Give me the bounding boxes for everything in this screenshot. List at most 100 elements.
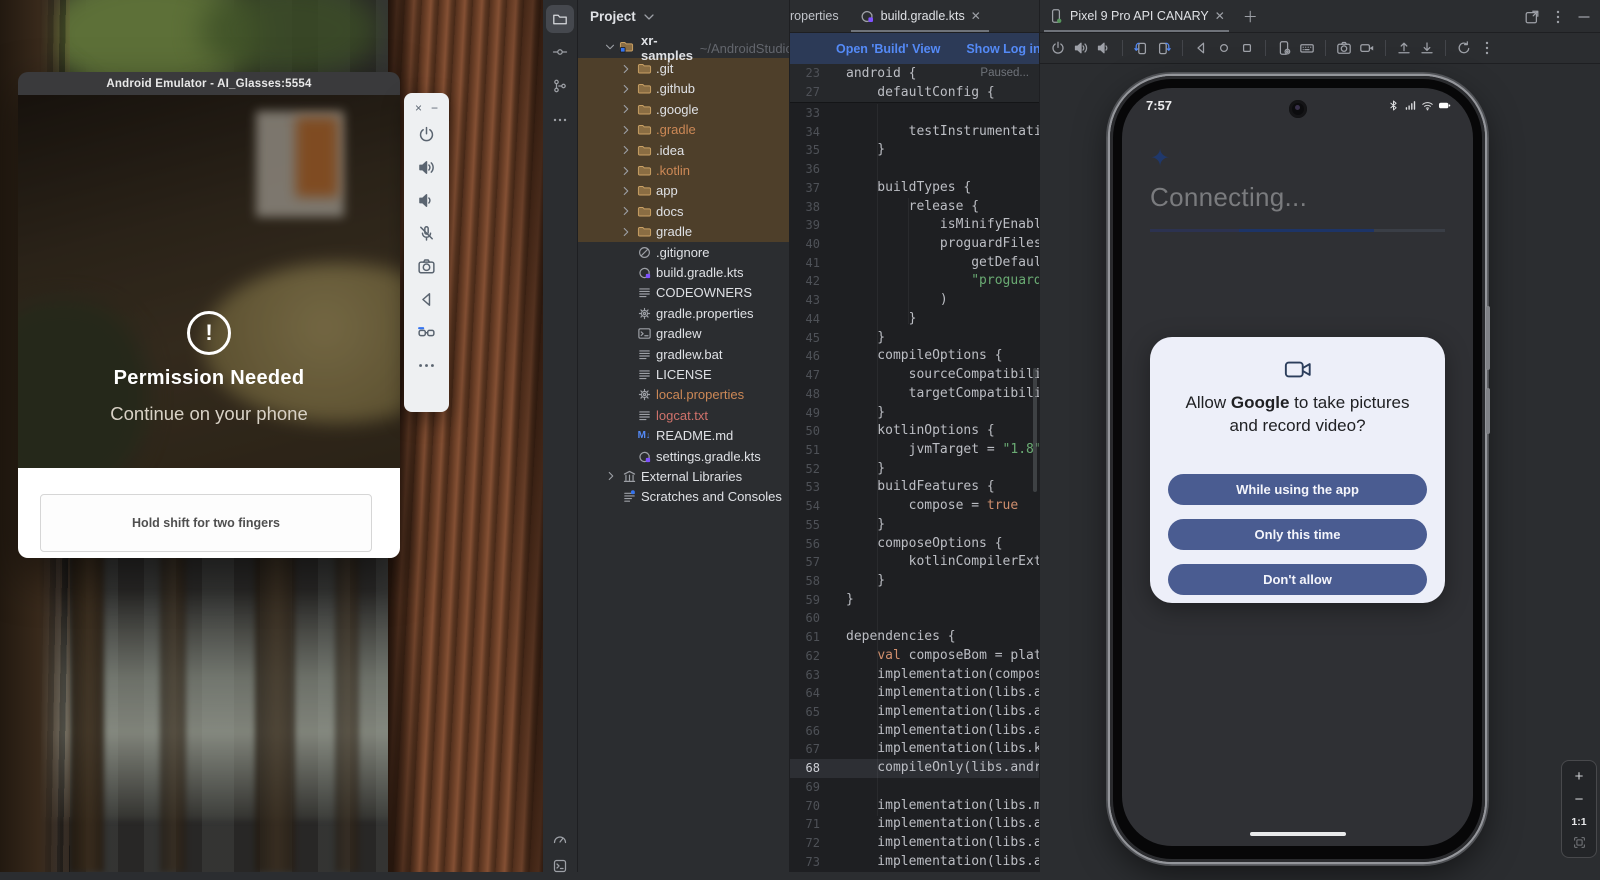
tree-item-xr-samples[interactable]: xr-samples ~/AndroidStudioProj [578,38,789,58]
permission-subtitle: Continue on your phone [18,403,400,425]
code-line-44: 44 } [790,310,1039,329]
tree-item-readme-md[interactable]: M↓README.md [578,425,789,445]
emulator-title-bar[interactable]: Android Emulator - AI_Glasses:5554 [18,72,400,95]
dont-allow-button[interactable]: Don't allow [1168,564,1427,595]
zoom-in-button[interactable]: + [1575,769,1584,784]
tree-item-license[interactable]: LICENSE [578,364,789,384]
device-download-button[interactable] [1419,40,1435,56]
tree-item-logcat-txt[interactable]: logcat.txt [578,405,789,425]
gemini-sparkle-icon: ✦ [1150,144,1170,173]
tree-item-gradle[interactable]: gradle [578,222,789,242]
device-tab-label: Pixel 9 Pro API CANARY [1070,9,1209,23]
emulator-close-button[interactable]: × [415,101,422,115]
device-restart-button[interactable] [1456,40,1472,56]
home-indicator[interactable] [1250,832,1346,837]
panel-minimize-button[interactable] [1576,9,1592,25]
code-line-73: 73 implementation(libs.andr [790,853,1039,872]
emulator-screen[interactable]: ! Permission Needed Continue on your pho… [18,95,400,468]
editor-scrollbar[interactable] [1033,368,1037,492]
tree-item-label: LICENSE [656,367,712,382]
tree-item--kotlin[interactable]: .kotlin [578,160,789,180]
stripe-button-commit[interactable] [546,38,574,66]
tab-properties[interactable]: roperties [790,0,849,32]
tree-item--github[interactable]: .github [578,79,789,99]
stripe-button-logcat[interactable] [546,852,574,880]
device-overview-button[interactable] [1239,40,1255,56]
code-line-37: 37 buildTypes { [790,179,1039,198]
tree-item-settings-gradle-kts[interactable]: settings.gradle.kts [578,446,789,466]
emulator-mic-off-button[interactable] [410,217,444,250]
emulator-glasses-button[interactable] [410,316,444,349]
zoom-out-button[interactable]: − [1575,792,1584,807]
device-device-settings-button[interactable] [1276,40,1292,56]
tree-item-docs[interactable]: docs [578,201,789,221]
stripe-button-project-folder[interactable] [546,5,574,33]
tab-close-icon[interactable]: ✕ [1215,9,1225,23]
textfile-icon [634,367,654,382]
code-line-66: 66 implementation(libs.andr [790,722,1039,741]
tree-item-scratches-and-consoles[interactable]: Scratches and Consoles [578,487,789,507]
only-this-time-button[interactable]: Only this time [1168,519,1427,550]
phone-screen[interactable]: 7:57 ✦ Connecting... Allow Google to tak… [1122,88,1473,846]
stripe-button-profiler[interactable] [546,824,574,852]
tree-item--google[interactable]: .google [578,99,789,119]
device-home-button[interactable] [1216,40,1232,56]
device-volume-down-button[interactable] [1096,40,1112,56]
stripe-button-more-h[interactable] [546,106,574,134]
device-volume-up-button[interactable] [1073,40,1089,56]
device-upload-button[interactable] [1396,40,1412,56]
emulator-minimize-button[interactable]: − [431,101,438,115]
emulator-power-button[interactable] [410,118,444,151]
tab-build-gradle-kts[interactable]: build.gradle.kts ✕ [849,0,991,32]
zoom-fit-icon[interactable] [1573,836,1586,849]
device-power-button[interactable] [1050,40,1066,56]
tree-item-local-properties[interactable]: local.properties [578,385,789,405]
tree-item--idea[interactable]: .idea [578,140,789,160]
code-line-63: 63 implementation(composeBo [790,666,1039,685]
tree-item-build-gradle-kts[interactable]: build.gradle.kts [578,262,789,282]
add-device-tab-icon[interactable]: ＋ [1243,6,1258,27]
gradle-icon [634,265,654,280]
while-using-app-button[interactable]: While using the app [1168,474,1427,505]
tree-item-gradlew-bat[interactable]: gradlew.bat [578,344,789,364]
show-log-link[interactable]: Show Log in Finder [966,42,1040,56]
device-record-button[interactable] [1359,40,1375,56]
code-editor[interactable]: roperties build.gradle.kts ✕ Open 'Build… [790,0,1040,872]
code-line-51: 51 jvmTarget = "1.8" [790,441,1039,460]
running-devices-panel: Pixel 9 Pro API CANARY ✕ ＋ 7:57 ✦ Connec… [1040,0,1600,872]
tree-item-external-libraries[interactable]: External Libraries [578,466,789,486]
emulator-camera-button[interactable] [410,250,444,283]
tree-item-gradle-properties[interactable]: gradle.properties [578,303,789,323]
tree-item-codeowners[interactable]: CODEOWNERS [578,283,789,303]
emulator-more-h-button[interactable] [410,349,444,382]
tab-close-icon[interactable]: ✕ [971,9,981,23]
device-keyboard-button[interactable] [1299,40,1315,56]
folder-icon [634,122,654,137]
zoom-ratio-button[interactable]: 1:1 [1571,816,1586,828]
project-tree[interactable]: xr-samples ~/AndroidStudioProj .git.gith… [578,38,789,507]
stripe-button-vcs[interactable] [546,72,574,100]
device-phone-icon [1048,8,1064,24]
device-back-button[interactable] [1193,40,1209,56]
project-root-path: ~/AndroidStudioProj [700,41,789,56]
panel-kebab-button[interactable] [1550,9,1566,25]
tree-item-label: gradlew [656,326,702,341]
device-kebab-button[interactable] [1479,40,1495,56]
device-camera-button[interactable] [1336,40,1352,56]
tree-item--gitignore[interactable]: .gitignore [578,242,789,262]
tree-item-app[interactable]: app [578,181,789,201]
emulator-back-button[interactable] [410,283,444,316]
tree-item--gradle[interactable]: .gradle [578,120,789,140]
emulator-volume-down-button[interactable] [410,184,444,217]
tool-window-stripe [543,0,578,872]
device-rotate-left-button[interactable] [1133,40,1149,56]
project-panel-header[interactable]: Project [590,0,657,33]
open-build-view-link[interactable]: Open 'Build' View [836,42,940,56]
tab-pixel-9-pro[interactable]: Pixel 9 Pro API CANARY ✕ [1040,0,1233,32]
device-rotate-right-button[interactable] [1156,40,1172,56]
emulator-volume-up-button[interactable] [410,151,444,184]
code-line-59: 59} [790,591,1039,610]
panel-open-new-button[interactable] [1524,9,1540,25]
tree-item-gradlew[interactable]: gradlew [578,323,789,343]
tree-item-label: External Libraries [641,469,742,484]
